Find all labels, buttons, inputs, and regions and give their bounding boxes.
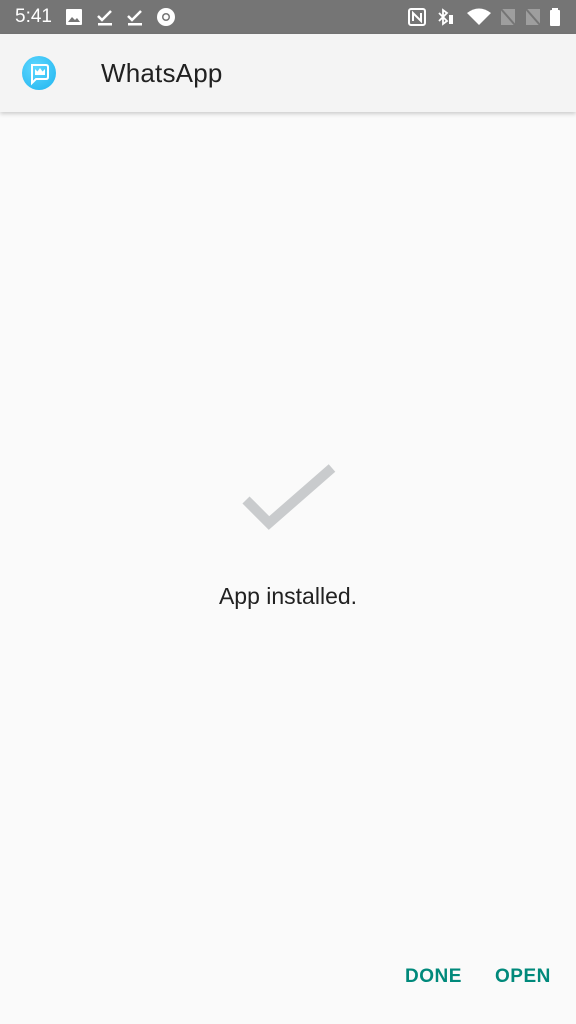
download-done-icon <box>97 10 112 26</box>
done-button[interactable]: DONE <box>405 966 462 988</box>
app-bar: WhatsApp <box>0 34 576 112</box>
chrome-icon <box>157 8 175 26</box>
status-time: 5:41 <box>15 6 52 27</box>
install-status-message: App installed. <box>218 583 358 609</box>
wifi-icon <box>467 8 491 25</box>
nfc-icon <box>408 8 426 26</box>
image-icon <box>66 9 82 25</box>
app-title: WhatsApp <box>101 58 223 88</box>
battery-icon <box>550 8 560 26</box>
checkmark-icon <box>242 464 336 530</box>
app-icon <box>22 56 56 90</box>
open-button[interactable]: OPEN <box>495 966 551 988</box>
bluetooth-icon <box>438 8 453 26</box>
no-sim-icon <box>500 8 516 26</box>
no-sim-icon <box>525 8 541 26</box>
status-bar: 5:41 <box>0 0 576 34</box>
download-done-icon <box>127 10 142 26</box>
